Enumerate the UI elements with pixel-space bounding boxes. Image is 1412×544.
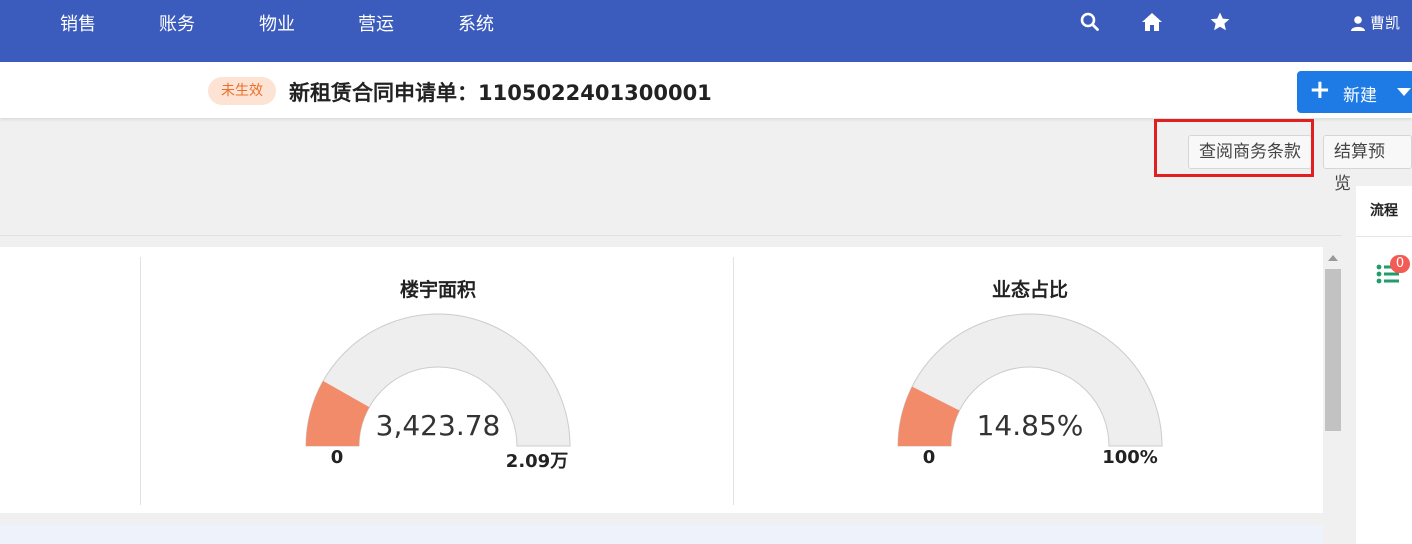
user-name: 曹凯: [1370, 14, 1401, 32]
nav-item-system[interactable]: 系统: [458, 10, 494, 36]
gauge-value: 14.85%: [976, 409, 1084, 442]
chevron-down-icon[interactable]: [1395, 83, 1412, 101]
nav-item-operations[interactable]: 营运: [358, 10, 394, 36]
tab-workflow[interactable]: 流程: [1356, 186, 1412, 237]
side-panel: 流程 0: [1356, 186, 1412, 544]
new-button[interactable]: + 新建: [1297, 71, 1412, 113]
user-menu[interactable]: 曹凯: [1350, 12, 1400, 33]
nav-item-property[interactable]: 物业: [259, 10, 295, 36]
new-button-label: 新建: [1343, 86, 1377, 106]
document-header: 未生效 新租赁合同申请单：1105022401300001 + 新建: [0, 62, 1412, 118]
status-badge: 未生效: [208, 77, 276, 105]
stats-card: 楼宇面积 3,423.78 0 2.09万 业态占比 14.85% 0 100%: [0, 247, 1323, 513]
next-section-strip: [0, 525, 1323, 544]
search-icon[interactable]: [1079, 11, 1101, 33]
top-nav-bar: 销售 账务 物业 营运 系统 曹凯: [0, 0, 1412, 62]
home-icon[interactable]: [1141, 11, 1163, 33]
plus-icon: +: [1309, 75, 1331, 105]
card-separator: [140, 257, 141, 505]
nav-item-accounts[interactable]: 账务: [159, 10, 195, 36]
card-separator: [733, 257, 734, 505]
nav-item-sales[interactable]: 销售: [60, 10, 96, 36]
gauge-value: 3,423.78: [375, 409, 501, 442]
section-divider: [0, 235, 1342, 236]
settlement-preview-button[interactable]: 结算预览: [1323, 135, 1412, 194]
user-icon: [1351, 15, 1365, 31]
notification-badge: 0: [1390, 255, 1410, 273]
gauge-min-label: 0: [922, 447, 936, 468]
vertical-scrollbar[interactable]: [1323, 247, 1342, 544]
view-business-terms-button[interactable]: 查阅商务条款: [1188, 135, 1312, 169]
star-icon[interactable]: [1209, 11, 1231, 33]
scroll-up-arrow-icon[interactable]: [1328, 255, 1338, 261]
gauge-min-label: 0: [330, 447, 344, 468]
gauge-max-label: 2.09万: [505, 451, 569, 472]
scroll-thumb[interactable]: [1325, 269, 1341, 431]
page-title: 新租赁合同申请单：1105022401300001: [289, 81, 712, 105]
gauge-max-label: 100%: [1102, 447, 1158, 468]
